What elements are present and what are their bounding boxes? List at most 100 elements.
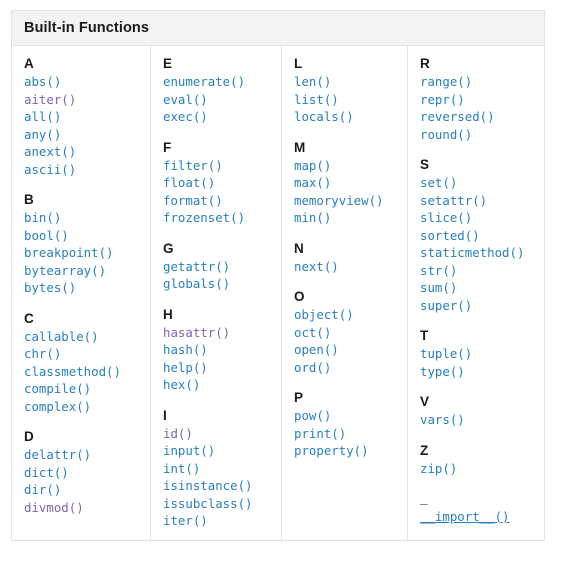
function-link[interactable]: object() xyxy=(294,307,354,322)
function-list: set() setattr() slice() sorted() staticmetho… xyxy=(420,174,546,314)
function-column-1: Aabs() aiter() all() any() anext() ascii() Bbi… xyxy=(12,46,150,540)
function-link[interactable]: hasattr() xyxy=(163,325,230,340)
function-link[interactable]: locals() xyxy=(294,109,354,124)
function-link[interactable]: getattr() xyxy=(163,259,230,274)
function-link[interactable]: slice() xyxy=(420,210,472,225)
function-link[interactable]: type() xyxy=(420,364,465,379)
letter-group: Ffilter() float() format() frozenset() xyxy=(163,139,281,227)
function-link[interactable]: bytes() xyxy=(24,280,76,295)
function-link[interactable]: list() xyxy=(294,92,339,107)
function-link[interactable]: float() xyxy=(163,175,215,190)
function-link[interactable]: min() xyxy=(294,210,331,225)
function-link[interactable]: bytearray() xyxy=(24,263,106,278)
function-link[interactable]: next() xyxy=(294,259,339,274)
function-link[interactable]: zip() xyxy=(420,461,457,476)
letter-group: Aabs() aiter() all() any() anext() ascii() xyxy=(24,55,150,178)
list-item: memoryview() xyxy=(294,192,407,210)
function-link[interactable]: format() xyxy=(163,193,223,208)
list-item: staticmethod() xyxy=(420,244,546,262)
function-link[interactable]: issubclass() xyxy=(163,496,253,511)
list-item: bytearray() xyxy=(24,262,150,280)
function-link[interactable]: super() xyxy=(420,298,472,313)
function-link[interactable]: int() xyxy=(163,461,200,476)
function-link[interactable]: sorted() xyxy=(420,228,480,243)
function-link[interactable]: memoryview() xyxy=(294,193,384,208)
function-link[interactable]: abs() xyxy=(24,74,61,89)
function-link[interactable]: set() xyxy=(420,175,457,190)
function-link[interactable]: frozenset() xyxy=(163,210,245,225)
letter-group: Vvars() xyxy=(420,393,546,429)
function-link[interactable]: complex() xyxy=(24,399,91,414)
function-link[interactable]: filter() xyxy=(163,158,223,173)
table-caption: Built-in Functions xyxy=(12,11,544,46)
function-link[interactable]: globals() xyxy=(163,276,230,291)
function-link[interactable]: open() xyxy=(294,342,339,357)
function-link[interactable]: hash() xyxy=(163,342,208,357)
list-item: oct() xyxy=(294,324,407,342)
letter-group: Iid() input() int() isinstance() issubclass(… xyxy=(163,407,281,530)
function-list: bin() bool() breakpoint() bytearray() bytes(… xyxy=(24,209,150,297)
function-link[interactable]: isinstance() xyxy=(163,478,253,493)
function-link[interactable]: eval() xyxy=(163,92,208,107)
function-column-4: Rrange() repr() reversed() round() Sset() set… xyxy=(407,46,546,540)
function-link[interactable]: aiter() xyxy=(24,92,76,107)
function-link[interactable]: bin() xyxy=(24,210,61,225)
function-link[interactable]: classmethod() xyxy=(24,364,121,379)
function-list: len() list() locals() xyxy=(294,73,407,126)
function-link[interactable]: help() xyxy=(163,360,208,375)
function-link[interactable]: input() xyxy=(163,443,215,458)
function-link[interactable]: compile() xyxy=(24,381,91,396)
function-link[interactable]: vars() xyxy=(420,412,465,427)
function-link[interactable]: sum() xyxy=(420,280,457,295)
list-item: input() xyxy=(163,442,281,460)
list-item: map() xyxy=(294,157,407,175)
function-link[interactable]: dict() xyxy=(24,465,69,480)
function-link[interactable]: ord() xyxy=(294,360,331,375)
function-link[interactable]: max() xyxy=(294,175,331,190)
function-link[interactable]: str() xyxy=(420,263,457,278)
function-link[interactable]: repr() xyxy=(420,92,465,107)
builtin-functions-table: Built-in Functions Aabs() aiter() all() any… xyxy=(11,10,545,541)
function-link[interactable]: chr() xyxy=(24,346,61,361)
function-link[interactable]: oct() xyxy=(294,325,331,340)
function-link[interactable]: any() xyxy=(24,127,61,142)
function-link[interactable]: delattr() xyxy=(24,447,91,462)
function-link[interactable]: iter() xyxy=(163,513,208,528)
list-item: property() xyxy=(294,442,407,460)
function-link[interactable]: anext() xyxy=(24,144,76,159)
list-item: len() xyxy=(294,73,407,91)
function-link[interactable]: len() xyxy=(294,74,331,89)
letter-group: Rrange() repr() reversed() round() xyxy=(420,55,546,143)
function-link[interactable]: setattr() xyxy=(420,193,487,208)
function-link[interactable]: all() xyxy=(24,109,61,124)
list-item: enumerate() xyxy=(163,73,281,91)
function-link[interactable]: callable() xyxy=(24,329,99,344)
function-list: hasattr() hash() help() hex() xyxy=(163,324,281,394)
function-link[interactable]: staticmethod() xyxy=(420,245,524,260)
function-link[interactable]: hex() xyxy=(163,377,200,392)
list-item: print() xyxy=(294,425,407,443)
function-link[interactable]: exec() xyxy=(163,109,208,124)
list-item: hex() xyxy=(163,376,281,394)
function-link[interactable]: divmod() xyxy=(24,500,84,515)
function-link[interactable]: pow() xyxy=(294,408,331,423)
function-link[interactable]: enumerate() xyxy=(163,74,245,89)
function-link[interactable]: tuple() xyxy=(420,346,472,361)
function-link[interactable]: id() xyxy=(163,426,193,441)
function-link[interactable]: property() xyxy=(294,443,369,458)
function-link[interactable]: round() xyxy=(420,127,472,142)
function-link[interactable]: map() xyxy=(294,158,331,173)
group-letter-heading: S xyxy=(420,157,430,172)
function-link[interactable]: reversed() xyxy=(420,109,495,124)
letter-group: Oobject() oct() open() ord() xyxy=(294,288,407,376)
function-list: object() oct() open() ord() xyxy=(294,306,407,376)
list-item: next() xyxy=(294,258,407,276)
function-link[interactable]: print() xyxy=(294,426,346,441)
function-link[interactable]: range() xyxy=(420,74,472,89)
function-link[interactable]: __import__() xyxy=(420,509,510,524)
group-letter-heading: E xyxy=(163,56,173,71)
function-link[interactable]: ascii() xyxy=(24,162,76,177)
function-link[interactable]: bool() xyxy=(24,228,69,243)
function-link[interactable]: breakpoint() xyxy=(24,245,114,260)
function-link[interactable]: dir() xyxy=(24,482,61,497)
